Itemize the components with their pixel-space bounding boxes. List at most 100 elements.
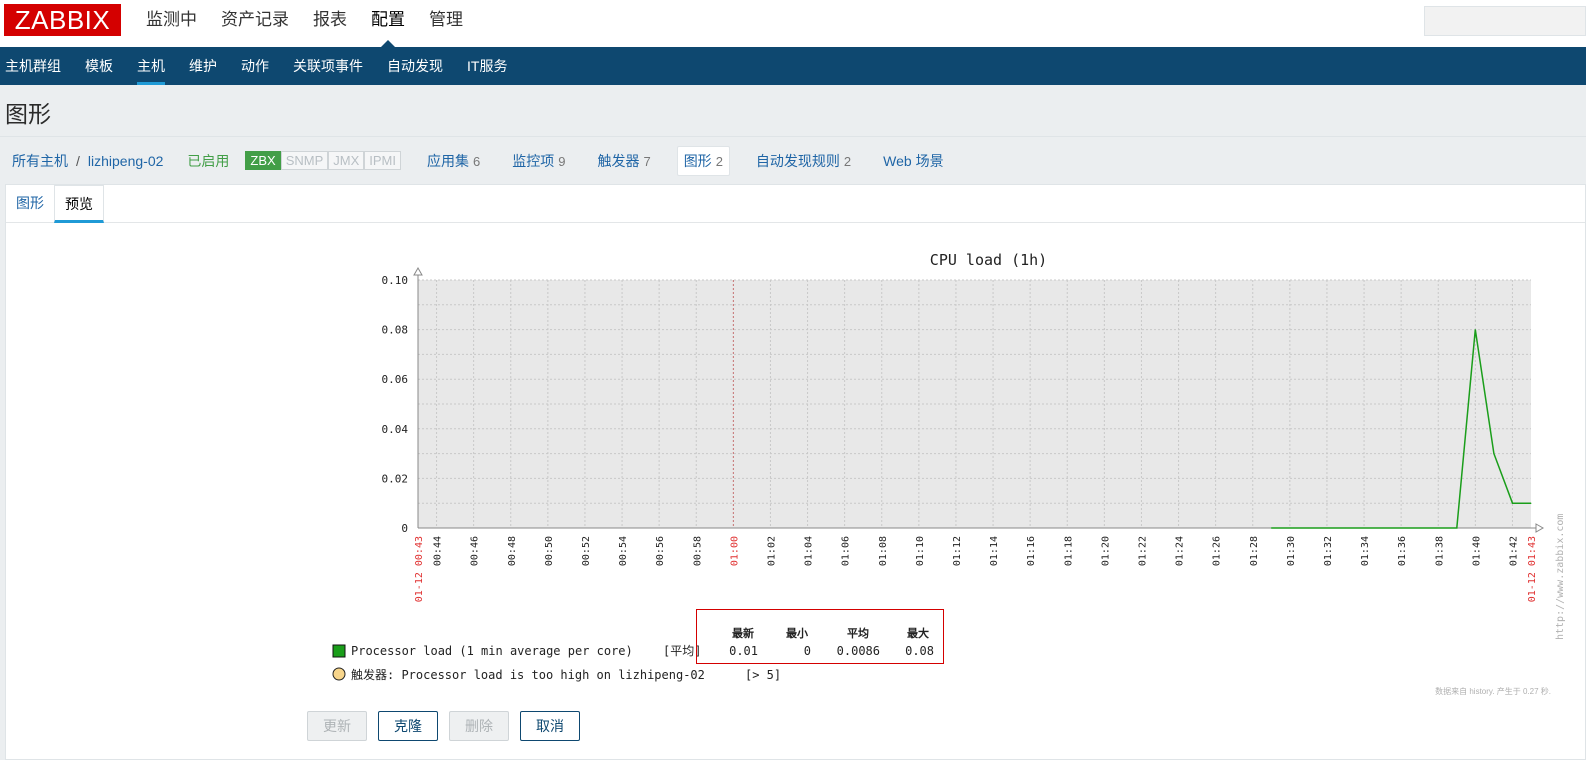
- breadcrumb-host[interactable]: lizhipeng-02: [88, 153, 164, 169]
- x-tick-label: 01:00: [729, 536, 740, 566]
- y-axis-arrow: [413, 266, 423, 276]
- x-tick-label: 00:50: [544, 536, 555, 566]
- legend-swatch: [332, 644, 346, 658]
- tab-triggers[interactable]: 触发器 7: [591, 147, 656, 175]
- update-button[interactable]: 更新: [307, 711, 367, 741]
- menu-configuration[interactable]: 配置: [359, 0, 417, 47]
- x-tick-label: 01:22: [1137, 536, 1148, 566]
- x-tick-label: 01:02: [766, 536, 777, 566]
- page-title: 图形: [5, 101, 51, 127]
- submenu-correlation[interactable]: 关联项事件: [281, 47, 375, 85]
- x-tick-label: 00:54: [618, 536, 629, 566]
- x-tick-label: 01:38: [1434, 536, 1445, 566]
- menu-administration[interactable]: 管理: [417, 0, 475, 47]
- submenu-templates[interactable]: 模板: [73, 47, 125, 85]
- x-tick-label: 00:58: [692, 536, 703, 566]
- x-tick-label: 01:18: [1063, 536, 1074, 566]
- availability-badges: ZBX SNMP JMX IPMI: [245, 151, 401, 170]
- data-point: [1307, 527, 1309, 529]
- x-tick-label: 01:32: [1323, 536, 1334, 566]
- legend-trigger: 触发器: Processor load is too high on lizhi…: [351, 667, 705, 682]
- host-status: 已启用: [187, 152, 230, 169]
- sub-menu: 主机群组 模板 主机 维护 动作 关联项事件 自动发现 IT服务: [0, 47, 1586, 85]
- data-point: [1530, 502, 1532, 504]
- x-tick-label: 01:14: [989, 536, 1000, 566]
- legend-trigger-value: [> 5]: [745, 668, 781, 682]
- x-tick-label: 01:06: [841, 536, 852, 566]
- tab-label: 图形: [683, 152, 712, 169]
- x-tick-label: 01:42: [1508, 536, 1519, 566]
- submenu-it-services[interactable]: IT服务: [455, 47, 519, 85]
- tab-graphs[interactable]: 图形 2: [676, 145, 730, 176]
- data-point: [1456, 527, 1458, 529]
- x-start-label: 01-12 00:43: [414, 536, 425, 602]
- tab-count: 2: [843, 153, 852, 169]
- breadcrumb-all-hosts[interactable]: 所有主机: [12, 151, 68, 171]
- tab-count: 9: [558, 153, 566, 169]
- tab-applications[interactable]: 应用集 6: [421, 147, 486, 175]
- tab-count: 2: [715, 153, 723, 169]
- breadcrumb-separator: /: [76, 152, 80, 169]
- submenu-host-groups[interactable]: 主机群组: [0, 47, 73, 85]
- data-point: [1270, 527, 1272, 529]
- legend-series-name: Processor load (1 min average per core): [351, 644, 633, 658]
- x-tick-label: 00:56: [655, 536, 666, 566]
- host-breadcrumb-bar: 所有主机 / lizhipeng-02 已启用 ZBX SNMP JMX IPM…: [0, 136, 1586, 184]
- data-point: [1493, 453, 1495, 455]
- x-tick-label: 01:04: [804, 536, 815, 566]
- menu-monitoring[interactable]: 监测中: [134, 0, 209, 47]
- x-tick-label: 01:40: [1471, 536, 1482, 566]
- data-point: [1419, 527, 1421, 529]
- x-tick-label: 01:20: [1100, 536, 1111, 566]
- x-end-label: 01-12 01:43: [1527, 536, 1538, 602]
- zbx-badge: ZBX: [245, 151, 281, 170]
- legend-highlight-box: [696, 609, 944, 664]
- tab-web-scenarios[interactable]: Web 场景: [877, 147, 949, 175]
- zabbix-logo[interactable]: ZABBIX: [4, 4, 121, 36]
- x-tick-label: 01:16: [1026, 536, 1037, 566]
- delete-button[interactable]: 删除: [449, 711, 509, 741]
- tab-count: 6: [472, 153, 481, 169]
- menu-inventory[interactable]: 资产记录: [209, 0, 301, 47]
- tab-label: Web 场景: [883, 152, 944, 169]
- x-tick-label: 01:26: [1212, 536, 1223, 566]
- search-input[interactable]: [1424, 6, 1586, 36]
- watermark: http://www.zabbix.com: [1555, 514, 1566, 640]
- y-tick-label: 0: [401, 522, 408, 535]
- tab-discovery-rules[interactable]: 自动发现规则 2: [750, 147, 857, 175]
- data-point: [1382, 527, 1384, 529]
- tab-count: 7: [643, 153, 651, 169]
- tab-label: 应用集: [426, 152, 469, 169]
- ipmi-badge: IPMI: [364, 151, 401, 170]
- tab-items[interactable]: 监控项 9: [506, 147, 571, 175]
- y-tick-label: 0.02: [382, 472, 409, 485]
- y-tick-label: 0.08: [382, 324, 409, 337]
- x-tick-label: 00:46: [470, 536, 481, 566]
- y-tick-label: 0.10: [382, 274, 409, 287]
- x-tick-label: 01:24: [1175, 536, 1186, 566]
- y-tick-label: 0.04: [382, 423, 409, 436]
- submenu-discovery[interactable]: 自动发现: [375, 47, 455, 85]
- tab-label: 自动发现规则: [755, 152, 840, 169]
- x-axis-arrow: [1535, 523, 1545, 533]
- tab-label: 触发器: [597, 152, 640, 169]
- jmx-badge: JMX: [328, 151, 365, 170]
- chart-footer-note: 数据来自 history. 产生于 0.27 秒.: [1435, 686, 1551, 696]
- x-tick-label: 01:34: [1360, 536, 1371, 566]
- x-tick-label: 01:08: [878, 536, 889, 566]
- tab-label: 监控项: [512, 152, 555, 169]
- trigger-marker: [332, 667, 346, 681]
- data-point: [1511, 502, 1513, 504]
- cancel-button[interactable]: 取消: [520, 711, 580, 741]
- x-tick-label: 01:28: [1249, 536, 1260, 566]
- data-point: [1474, 329, 1476, 331]
- clone-button[interactable]: 克隆: [378, 711, 438, 741]
- top-bar: ZABBIX 监测中 资产记录 报表 配置 管理: [0, 0, 1586, 47]
- submenu-actions[interactable]: 动作: [229, 47, 281, 85]
- submenu-maintenance[interactable]: 维护: [177, 47, 229, 85]
- x-tick-label: 01:30: [1286, 536, 1297, 566]
- submenu-hosts[interactable]: 主机: [125, 47, 177, 85]
- x-tick-label: 01:10: [915, 536, 926, 566]
- menu-reports[interactable]: 报表: [301, 0, 359, 47]
- chart-title: CPU load (1h): [930, 251, 1047, 269]
